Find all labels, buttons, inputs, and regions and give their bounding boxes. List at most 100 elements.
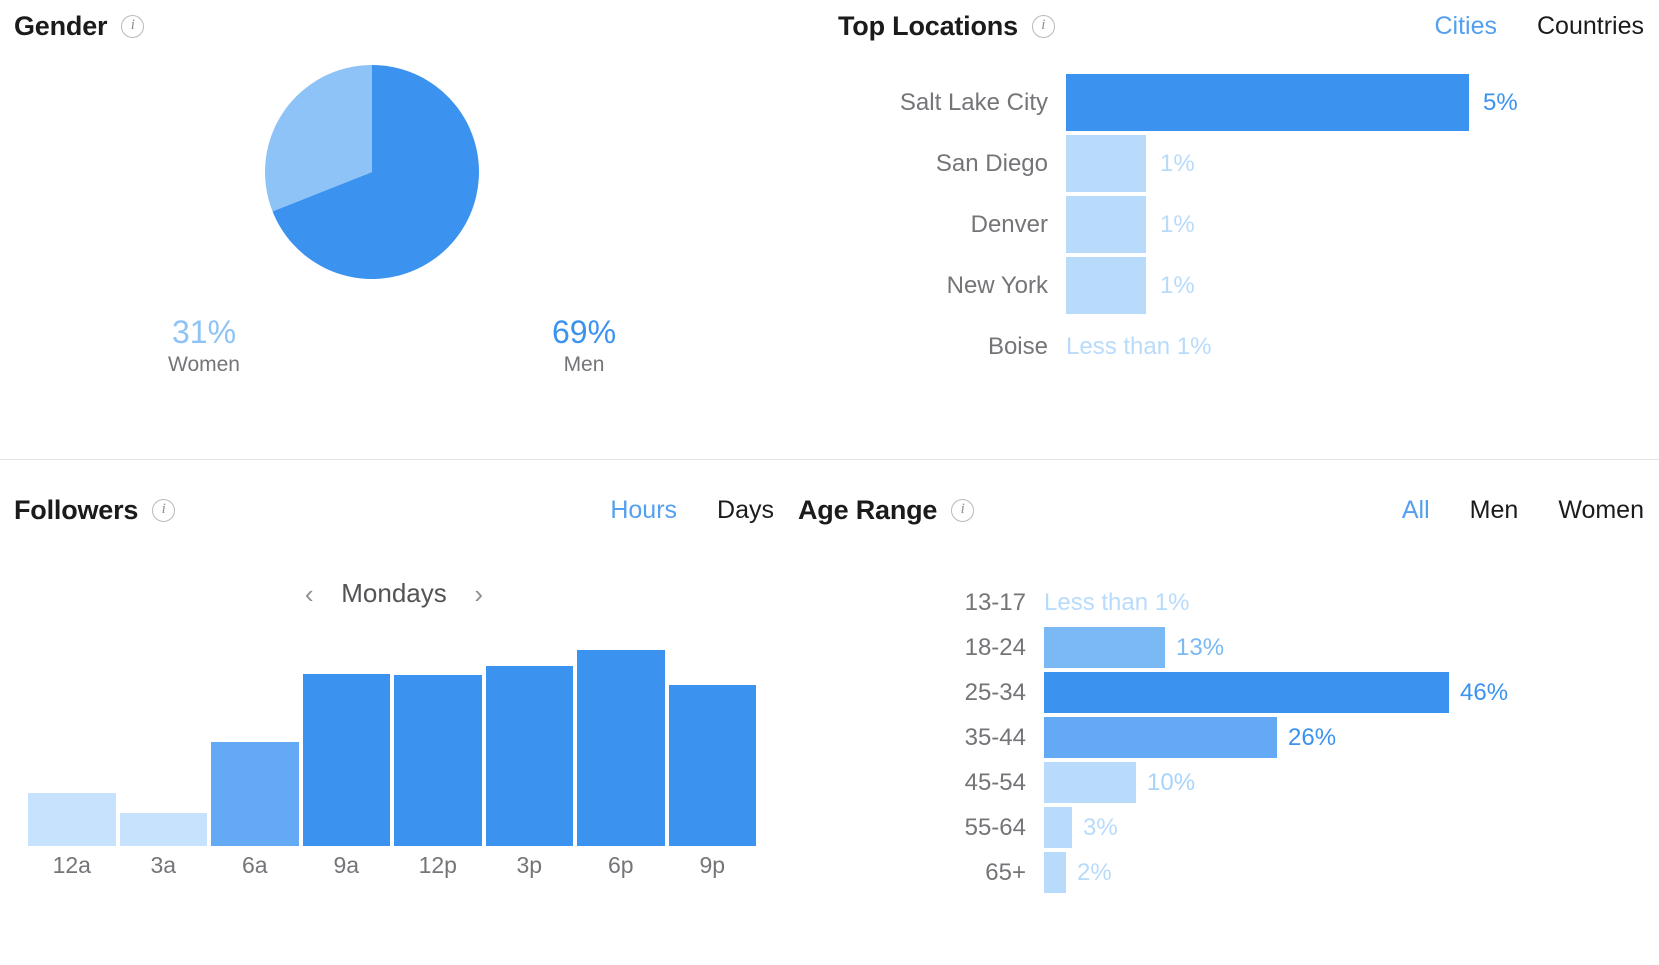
follower-bar [211, 742, 299, 846]
age-value: 46% [1460, 678, 1509, 706]
follower-hour-label: 3a [150, 852, 177, 878]
age-bar [1044, 672, 1449, 713]
age-range-tabs: All Men Women [1402, 496, 1644, 525]
follower-bar-slot [119, 650, 207, 846]
age-bar-track: Less than 1% [1044, 589, 1644, 617]
location-bar [1066, 196, 1146, 253]
followers-info-icon[interactable]: i [152, 498, 176, 522]
tab-women[interactable]: Women [1558, 496, 1644, 525]
age-value: 10% [1147, 768, 1196, 796]
age-range-panel: Age Range i All Men Women 13-17 Less than… [798, 490, 1644, 893]
location-row: San Diego 1% [838, 133, 1644, 194]
follower-hour-label: 9p [699, 852, 726, 878]
location-name: New York [946, 271, 1048, 299]
chevron-left-icon[interactable]: ‹ [299, 581, 319, 607]
info-glyph: i [130, 17, 135, 33]
location-name: San Diego [935, 149, 1048, 177]
age-bar [1044, 852, 1066, 893]
tab-all[interactable]: All [1402, 496, 1430, 525]
age-bracket-label: 65+ [985, 858, 1026, 886]
follower-hour-label: 12p [418, 852, 457, 878]
gender-panel: Gender i 31% Women 69% Men [14, 6, 774, 376]
women-percent: 31% [171, 314, 237, 350]
follower-bar [394, 675, 482, 846]
top-locations-bar-chart: Salt Lake City 5% San Diego 1% Denver 1% New Y… [838, 72, 1644, 377]
analytics-dashboard: Gender i 31% Women 69% Men Top Locations… [0, 0, 1659, 965]
follower-bar [119, 812, 207, 846]
age-bar [1044, 762, 1136, 803]
location-bar-track: 1% [1066, 135, 1644, 192]
gender-legend-women: 31% Women [14, 314, 394, 377]
current-day-label: Mondays [341, 578, 447, 608]
top-locations-info-icon[interactable]: i [1031, 14, 1055, 38]
gender-title: Gender [14, 10, 108, 41]
follower-bar-slot [394, 650, 482, 846]
tab-cities[interactable]: Cities [1434, 12, 1497, 41]
men-label: Men [563, 352, 605, 376]
gender-info-icon[interactable]: i [121, 14, 145, 38]
age-bar-track: 10% [1044, 762, 1644, 803]
age-bar [1044, 807, 1072, 848]
age-bracket-label: 55-64 [964, 813, 1026, 841]
age-row: 18-24 13% [798, 625, 1644, 670]
followers-bar-chart [28, 650, 756, 846]
section-divider [0, 459, 1659, 460]
day-navigator: ‹ Mondays › [14, 578, 774, 609]
follower-bar-slot [302, 650, 390, 846]
follower-bar [577, 650, 665, 846]
followers-title: Followers [14, 494, 139, 525]
location-value: 1% [1160, 210, 1195, 238]
location-bar-track: 1% [1066, 196, 1644, 253]
info-glyph: i [1041, 17, 1046, 33]
location-row: Denver 1% [838, 194, 1644, 255]
age-bar [1044, 717, 1277, 758]
gender-legend: 31% Women 69% Men [14, 314, 774, 377]
follower-hour-label: 3p [516, 852, 543, 878]
follower-hour-label: 12a [52, 852, 91, 878]
follower-bar-slot [28, 650, 116, 846]
follower-bar-slot [577, 650, 665, 846]
age-row: 13-17 Less than 1% [798, 580, 1644, 625]
tab-men[interactable]: Men [1470, 496, 1519, 525]
age-row: 35-44 26% [798, 715, 1644, 760]
age-bracket-label: 25-34 [964, 678, 1026, 706]
age-value: 13% [1176, 633, 1225, 661]
tab-hours[interactable]: Hours [610, 496, 677, 525]
location-bar [1066, 135, 1146, 192]
chevron-right-icon[interactable]: › [469, 581, 489, 607]
follower-bar [485, 665, 573, 846]
age-bracket-label: 13-17 [964, 588, 1026, 616]
location-name: Denver [970, 210, 1048, 238]
age-bar-track: 13% [1044, 627, 1644, 668]
age-value: 3% [1083, 813, 1118, 841]
info-glyph: i [960, 501, 965, 517]
age-row: 25-34 46% [798, 670, 1644, 715]
follower-bar-slot [668, 650, 756, 846]
age-bar [1044, 627, 1165, 668]
age-range-info-icon[interactable]: i [951, 498, 975, 522]
follower-bar [668, 685, 756, 846]
men-percent: 69% [551, 314, 617, 350]
follower-hour-label: 9a [333, 852, 360, 878]
followers-header: Followers i Hours Days [14, 490, 774, 530]
age-range-title: Age Range [798, 494, 938, 525]
age-bracket-label: 18-24 [964, 633, 1026, 661]
age-bar-track: 3% [1044, 807, 1644, 848]
follower-bar-slot [485, 650, 573, 846]
age-row: 45-54 10% [798, 760, 1644, 805]
age-bar-track: 26% [1044, 717, 1644, 758]
age-bracket-label: 35-44 [964, 723, 1026, 751]
follower-bar [302, 673, 390, 846]
pie-svg [265, 65, 479, 279]
follower-bar [28, 793, 116, 846]
age-value: 26% [1288, 723, 1337, 751]
location-row: Boise Less than 1% [838, 316, 1644, 377]
tab-days[interactable]: Days [717, 496, 774, 525]
top-locations-tabs: Cities Countries [1434, 12, 1644, 41]
tab-countries[interactable]: Countries [1537, 12, 1644, 41]
follower-hour-label: 6a [241, 852, 268, 878]
followers-panel: Followers i Hours Days ‹ Mondays › 12a 3a… [14, 490, 774, 879]
location-row: New York 1% [838, 255, 1644, 316]
location-name: Boise [987, 332, 1048, 360]
gender-header: Gender i [14, 6, 774, 46]
